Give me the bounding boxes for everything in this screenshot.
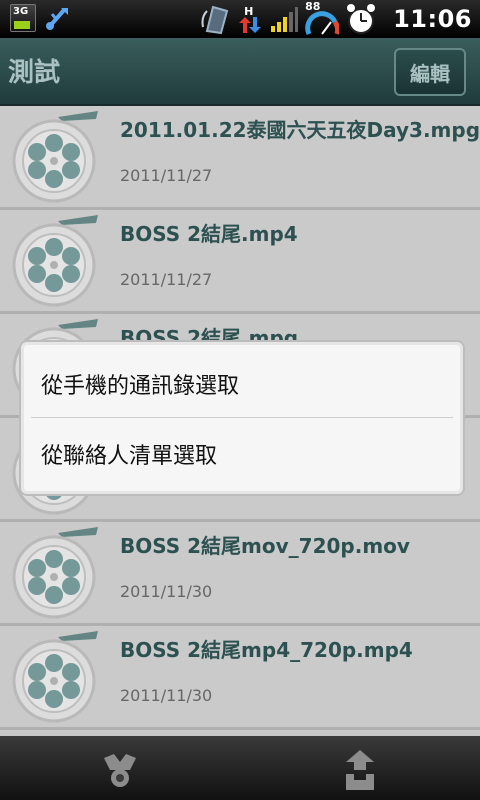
usb-icon — [46, 8, 68, 30]
upload-icon[interactable] — [340, 748, 380, 792]
network-type: 3G — [13, 6, 29, 17]
network-activity-icon — [201, 5, 229, 35]
alarm-clock-icon — [347, 4, 376, 34]
status-right: H 88 11:06 — [201, 0, 472, 36]
option-phone-contacts[interactable]: 從手機的通訊錄選取 — [41, 368, 239, 400]
contact-source-dialog: 從手機的通訊錄選取 從聯絡人清單選取 — [19, 340, 465, 496]
clock-time: 11:06 — [393, 5, 472, 33]
bottom-bar — [0, 736, 480, 800]
screen: 3G H 88 11:06 測試 編輯 2011.01.22泰國六天五夜Day3… — [0, 0, 480, 800]
signal-bars-icon — [271, 7, 299, 32]
status-bar: 3G H 88 11:06 — [0, 0, 480, 38]
share-icon[interactable] — [100, 750, 140, 790]
dialog-divider — [31, 417, 453, 418]
data-arrows-icon: H — [237, 3, 263, 35]
status-left: 3G — [10, 4, 72, 32]
option-contact-list[interactable]: 從聯絡人清單選取 — [41, 438, 217, 470]
3g-signal-icon: 3G — [10, 4, 36, 32]
battery-gauge-icon: 88 — [305, 0, 340, 36]
